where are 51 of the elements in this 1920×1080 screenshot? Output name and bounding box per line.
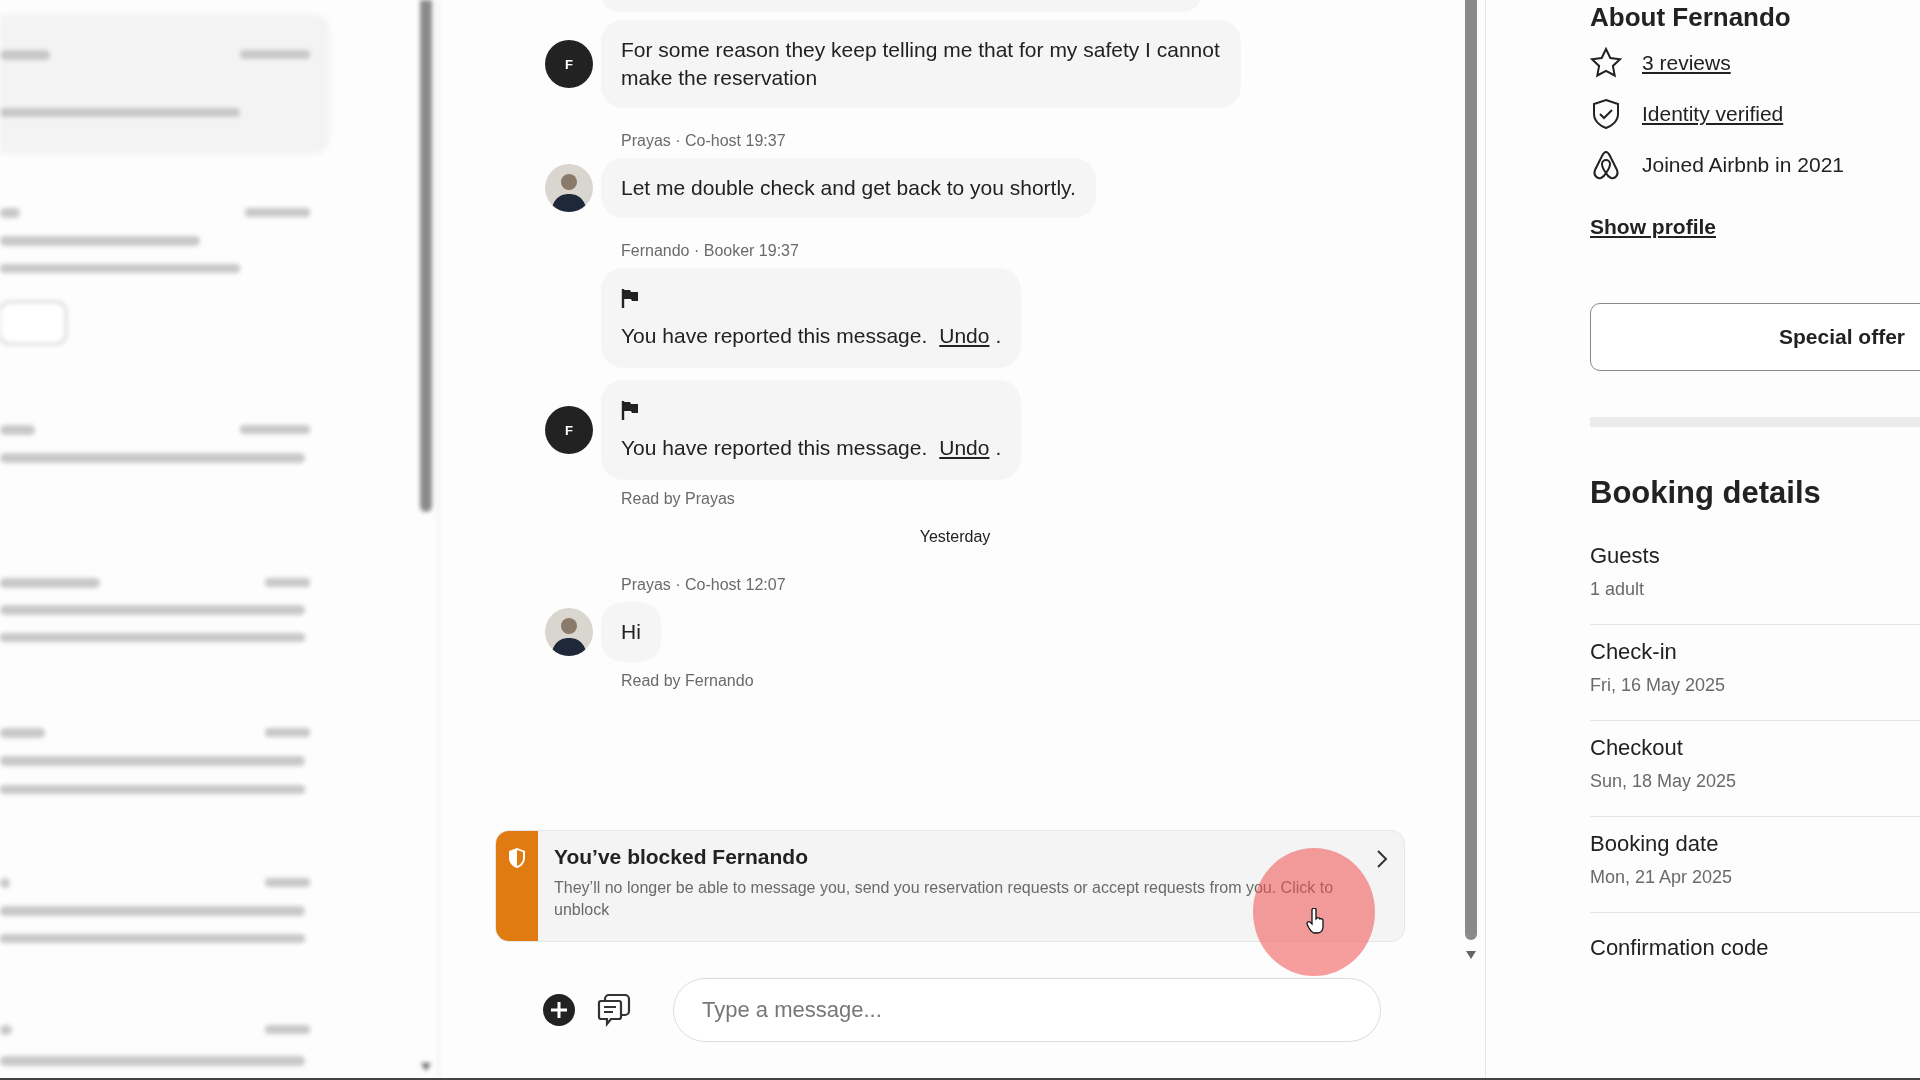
message-sender-info: Fernando · Booker 19:37 bbox=[621, 242, 800, 260]
shield-icon bbox=[508, 847, 526, 869]
undo-link[interactable]: Undo bbox=[939, 322, 990, 350]
avatar[interactable]: F bbox=[545, 40, 593, 88]
detail-value: Sun, 18 May 2025 bbox=[1590, 771, 1738, 792]
show-profile-link[interactable]: Show profile bbox=[1590, 215, 1716, 239]
chevron-right-icon bbox=[1376, 849, 1388, 869]
avatar[interactable]: F bbox=[545, 406, 593, 454]
message-bubble: Hi bbox=[601, 602, 661, 662]
message-sender-info: Prayas · Co-host 12:07 bbox=[621, 576, 787, 594]
about-heading: About Fernando bbox=[1590, 2, 1791, 33]
detail-label: Checkout bbox=[1590, 735, 1684, 761]
detail-value: 1 adult bbox=[1590, 579, 1646, 600]
undo-link[interactable]: Undo bbox=[939, 434, 990, 462]
quick-replies-icon[interactable] bbox=[597, 993, 631, 1027]
message-input-field[interactable]: Type a message... bbox=[673, 978, 1381, 1042]
detail-value: Mon, 21 Apr 2025 bbox=[1590, 867, 1734, 888]
scrollbar-thumb[interactable] bbox=[420, 0, 432, 512]
star-icon bbox=[1590, 47, 1622, 79]
profile-fact-link[interactable]: Identity verified bbox=[1642, 102, 1784, 126]
read-receipt: Read by Prayas bbox=[621, 490, 736, 508]
add-icon[interactable] bbox=[543, 994, 575, 1026]
avatar-silhouette[interactable] bbox=[545, 164, 593, 212]
read-receipt: Read by Fernando bbox=[621, 672, 755, 690]
flag-icon bbox=[621, 288, 639, 308]
message-bubble: For some reason they keep telling me that for my safety I cannot make the reservation bbox=[601, 20, 1241, 108]
special-offer-button[interactable]: Special offer bbox=[1590, 303, 1920, 371]
message-bubble: Let me double check and get back to you shortly. bbox=[601, 158, 1096, 218]
airbnb-logo-icon bbox=[1590, 149, 1622, 181]
shield-check-icon bbox=[1590, 98, 1622, 130]
scrollbar-thumb[interactable] bbox=[1465, 0, 1477, 940]
profile-fact: Joined Airbnb in 2021 bbox=[1642, 153, 1844, 177]
scroll-down-arrow-icon[interactable] bbox=[420, 1062, 432, 1072]
booking-details-heading: Booking details bbox=[1590, 475, 1822, 511]
message-sender-info: Prayas · Co-host 19:37 bbox=[621, 132, 787, 150]
period-text: . bbox=[995, 435, 1002, 461]
detail-label: Booking date bbox=[1590, 831, 1720, 857]
avatar-silhouette[interactable] bbox=[545, 608, 593, 656]
hand-cursor-icon bbox=[1306, 908, 1326, 934]
flag-icon bbox=[621, 400, 639, 420]
detail-label: Check-in bbox=[1590, 639, 1678, 665]
detail-value: Fri, 16 May 2025 bbox=[1590, 675, 1727, 696]
date-divider: Yesterday bbox=[919, 528, 991, 546]
scroll-down-arrow-icon[interactable] bbox=[1465, 950, 1477, 960]
banner-title: You’ve blocked Fernando bbox=[554, 845, 809, 869]
reported-notice: You have reported this message. bbox=[621, 435, 928, 461]
detail-label: Guests bbox=[1590, 543, 1661, 569]
profile-fact-link[interactable]: 3 reviews bbox=[1642, 51, 1731, 75]
period-text: . bbox=[995, 323, 1002, 349]
reported-notice: You have reported this message. bbox=[621, 323, 928, 349]
detail-label: Confirmation code bbox=[1590, 935, 1770, 961]
